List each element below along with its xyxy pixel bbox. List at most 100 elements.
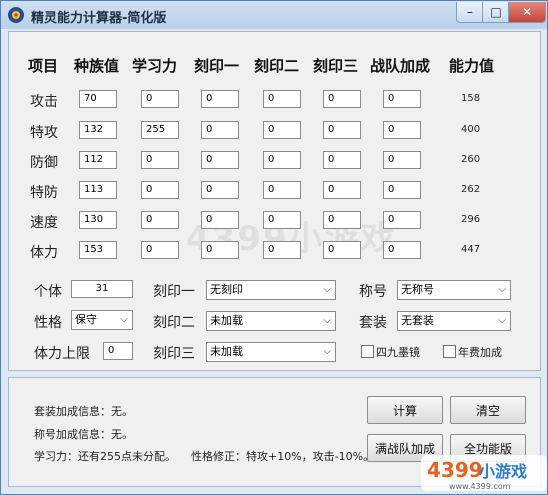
row-label-sp-attack: 特攻 [30, 125, 58, 141]
attack-ev-input[interactable]: 0 [141, 90, 179, 108]
hp-imprint1-input[interactable]: 0 [201, 241, 239, 259]
imprint1-select[interactable]: 无刻印 ⌵ [206, 280, 336, 300]
attack-ability-value: 158 [461, 93, 481, 104]
chevron-down-icon: ⌵ [498, 284, 506, 295]
hp-imprint2-input[interactable]: 0 [263, 241, 301, 259]
header-imprint3: 刻印三 [313, 57, 359, 75]
sp-attack-ability-value: 400 [461, 124, 481, 135]
header-ev: 学习力 [132, 57, 178, 75]
attack-base-input[interactable]: 70 [79, 90, 117, 108]
sp-defense-base-input[interactable]: 113 [79, 181, 117, 199]
sp-defense-team-input[interactable]: 0 [383, 181, 421, 199]
suit-label: 套装 [359, 315, 387, 331]
header-base: 种族值 [74, 57, 120, 75]
header-imprint2: 刻印二 [254, 57, 300, 75]
chevron-down-icon: ⌵ [323, 315, 331, 326]
speed-imprint2-input[interactable]: 0 [263, 211, 301, 229]
sp-defense-ability-value: 262 [461, 184, 481, 195]
suit-select[interactable]: 无套装 ⌵ [397, 311, 511, 331]
header-team-bonus: 战队加成 [370, 57, 431, 75]
hp-ev-input[interactable]: 0 [141, 241, 179, 259]
clear-button[interactable]: 清空 [450, 396, 526, 424]
app-icon [8, 7, 24, 23]
header-imprint1: 刻印一 [194, 57, 240, 75]
imprint1-label: 刻印一 [153, 284, 195, 300]
speed-team-input[interactable]: 0 [383, 211, 421, 229]
speed-ev-input[interactable]: 0 [141, 211, 179, 229]
speed-imprint3-input[interactable]: 0 [323, 211, 361, 229]
defense-base-input[interactable]: 112 [79, 151, 117, 169]
chevron-down-icon: ⌵ [323, 284, 331, 295]
row-label-sp-defense: 特防 [30, 185, 58, 201]
title-bar: 精灵能力计算器-简化版 – □ ✕ [1, 1, 547, 29]
chevron-down-icon: ⌵ [498, 315, 506, 326]
annual-fee-checkbox-label: 年费加成 [458, 346, 502, 359]
title-select[interactable]: 无称号 ⌵ [397, 280, 511, 300]
row-label-hp: 体力 [30, 245, 58, 261]
defense-imprint2-input[interactable]: 0 [263, 151, 301, 169]
imprint3-label: 刻印三 [153, 346, 195, 362]
nature-label: 性格 [34, 315, 62, 331]
sunglasses-checkbox-label: 四九墨镜 [376, 346, 420, 359]
sp-attack-imprint1-input[interactable]: 0 [201, 121, 239, 139]
minimize-button[interactable]: – [456, 2, 484, 23]
chevron-down-icon: ⌵ [120, 314, 128, 325]
sp-defense-ev-input[interactable]: 0 [141, 181, 179, 199]
site-logo: 4399 小游戏 www.4399.com [421, 455, 547, 491]
close-button[interactable]: ✕ [508, 2, 546, 23]
nature-select[interactable]: 保守 ⌵ [71, 310, 133, 330]
hp-base-input[interactable]: 153 [79, 241, 117, 259]
sunglasses-checkbox[interactable] [361, 345, 374, 358]
app-window: 精灵能力计算器-简化版 – □ ✕ 4399小游戏 项目 种族值 学习力 刻印一… [0, 0, 548, 495]
imprint3-select-value: 未加载 [210, 345, 243, 358]
speed-base-input[interactable]: 130 [79, 211, 117, 229]
attack-team-input[interactable]: 0 [383, 90, 421, 108]
individual-input[interactable]: 31 [71, 280, 133, 298]
imprint3-select[interactable]: 未加载 ⌵ [206, 342, 336, 362]
maximize-button[interactable]: □ [482, 2, 510, 23]
row-label-attack: 攻击 [30, 94, 58, 110]
logo-text: 小游戏 [479, 462, 527, 481]
imprint2-label: 刻印二 [153, 315, 195, 331]
chevron-down-icon: ⌵ [323, 346, 331, 357]
row-label-speed: 速度 [30, 215, 58, 231]
sp-defense-imprint3-input[interactable]: 0 [323, 181, 361, 199]
speed-imprint1-input[interactable]: 0 [201, 211, 239, 229]
defense-imprint1-input[interactable]: 0 [201, 151, 239, 169]
header-item: 项目 [28, 57, 59, 75]
attack-imprint3-input[interactable]: 0 [323, 90, 361, 108]
nature-select-value: 保守 [75, 313, 97, 326]
sp-attack-ev-input[interactable]: 255 [141, 121, 179, 139]
calculate-button[interactable]: 计算 [367, 396, 443, 424]
title-info-text: 称号加成信息：无。 [34, 428, 133, 441]
ev-info-text: 学习力：还有255点未分配。 [34, 450, 176, 463]
sp-attack-base-input[interactable]: 132 [79, 121, 117, 139]
nature-info-text: 性格修正：特攻+10%，攻击-10%。 [191, 450, 375, 463]
sp-attack-imprint2-input[interactable]: 0 [263, 121, 301, 139]
sp-attack-team-input[interactable]: 0 [383, 121, 421, 139]
header-ability: 能力值 [449, 57, 495, 75]
window-title: 精灵能力计算器-简化版 [31, 11, 167, 26]
imprint2-select-value: 未加载 [210, 314, 243, 327]
attack-imprint1-input[interactable]: 0 [201, 90, 239, 108]
sp-defense-imprint1-input[interactable]: 0 [201, 181, 239, 199]
annual-fee-checkbox[interactable] [443, 345, 456, 358]
sp-attack-imprint3-input[interactable]: 0 [323, 121, 361, 139]
hp-imprint3-input[interactable]: 0 [323, 241, 361, 259]
hp-limit-input[interactable]: 0 [103, 342, 133, 360]
individual-label: 个体 [34, 284, 62, 300]
hp-team-input[interactable]: 0 [383, 241, 421, 259]
defense-ev-input[interactable]: 0 [141, 151, 179, 169]
speed-ability-value: 296 [461, 214, 481, 225]
title-select-value: 无称号 [401, 283, 434, 296]
attack-imprint2-input[interactable]: 0 [263, 90, 301, 108]
defense-team-input[interactable]: 0 [383, 151, 421, 169]
defense-ability-value: 260 [461, 154, 481, 165]
logo-url: www.4399.com [449, 482, 511, 491]
defense-imprint3-input[interactable]: 0 [323, 151, 361, 169]
suit-info-text: 套装加成信息：无。 [34, 405, 133, 418]
row-label-defense: 防御 [30, 155, 58, 171]
sp-defense-imprint2-input[interactable]: 0 [263, 181, 301, 199]
hp-ability-value: 447 [461, 244, 481, 255]
imprint2-select[interactable]: 未加载 ⌵ [206, 311, 336, 331]
